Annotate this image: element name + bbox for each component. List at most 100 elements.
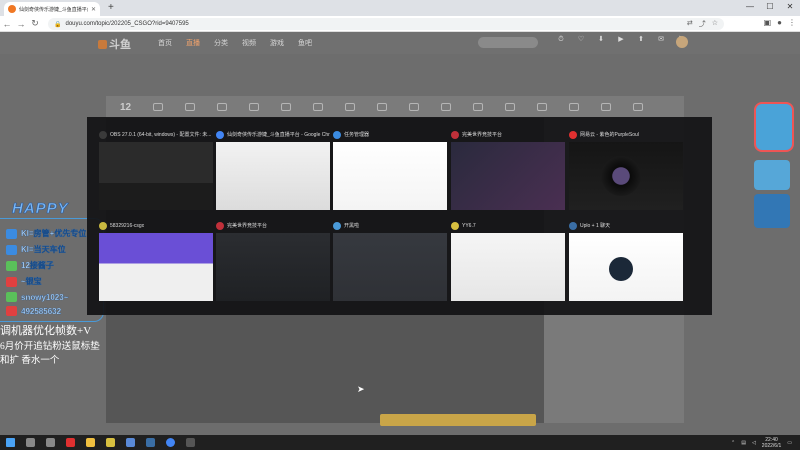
switcher-window[interactable]: 58329216-csgo <box>99 220 213 301</box>
ribbon-icon[interactable] <box>505 103 516 111</box>
translate-icon[interactable]: ⇄ <box>687 19 693 29</box>
ribbon-icon[interactable] <box>633 103 644 111</box>
volume-icon[interactable]: ◁ <box>752 440 756 446</box>
message-icon[interactable]: ✉ <box>655 35 667 44</box>
tab-close-icon[interactable]: ✕ <box>91 6 96 13</box>
netease-music-icon[interactable] <box>60 435 80 450</box>
site-header-icons: ⏱♡⬇▶⬆✉⚑ <box>555 35 687 44</box>
switcher-window[interactable]: YY6.7 <box>451 220 565 301</box>
obs-icon-glyph <box>185 438 195 447</box>
obs-icon[interactable] <box>180 435 200 450</box>
site-search-input[interactable] <box>478 37 538 48</box>
nav-games[interactable]: 游戏 <box>270 38 284 48</box>
profile-icon[interactable]: ● <box>777 18 782 27</box>
extensions-icon[interactable]: ▣ <box>764 18 772 27</box>
nav-live[interactable]: 直播 <box>186 38 200 48</box>
close-window-button[interactable]: ✕ <box>780 0 800 14</box>
ribbon-icon[interactable] <box>313 103 324 111</box>
history-icon[interactable]: ⏱ <box>555 35 567 44</box>
ribbon-icon[interactable] <box>281 103 292 111</box>
overlay-row-text: Kl=房管+优先专位 <box>21 229 87 238</box>
address-bar[interactable]: 🔒 douyu.com/topic/202205_CSGO?rid=940759… <box>48 18 724 30</box>
windows-start-icon[interactable] <box>0 435 20 450</box>
switcher-window[interactable]: 完美世界竞技平台 <box>451 129 565 210</box>
network-icon[interactable]: ▤ <box>741 440 746 446</box>
notification-icon[interactable]: ▭ <box>787 440 792 446</box>
overlay-title: HAPPY <box>12 200 69 218</box>
follow-icon[interactable]: ♡ <box>575 35 587 44</box>
ribbon-icon[interactable] <box>601 103 612 111</box>
nav-category[interactable]: 分类 <box>214 38 228 48</box>
switcher-window[interactable]: Uplo + 1 聊天 <box>569 220 683 301</box>
kaiheila-icon-glyph <box>125 438 135 447</box>
switcher-window-header: 开黑啦 <box>333 220 447 231</box>
nav-home[interactable]: 首页 <box>158 38 172 48</box>
taskview-icon[interactable] <box>40 435 60 450</box>
ribbon-icon[interactable] <box>441 103 452 111</box>
ribbon-icon[interactable] <box>185 103 196 111</box>
window-controls: — ☐ ✕ <box>740 0 800 14</box>
folder-icon[interactable] <box>80 435 100 450</box>
kaiheila-icon[interactable] <box>120 435 140 450</box>
switcher-window-header: 网易云 - 紫色的PurpleSoul <box>569 129 683 140</box>
reload-button[interactable]: ↻ <box>28 18 42 29</box>
windows-start-icon-glyph <box>5 438 15 447</box>
search-icon[interactable] <box>20 435 40 450</box>
upload-icon[interactable]: ⬆ <box>635 35 647 44</box>
ribbon-icon[interactable] <box>153 103 164 111</box>
overlay-line-3: 和扩 香水一个 <box>0 356 60 366</box>
menu-icon[interactable]: ⋮ <box>788 18 796 27</box>
ribbon-icon[interactable] <box>409 103 420 111</box>
switcher-window[interactable]: 完美世界竞技平台 <box>216 220 330 301</box>
gift-bar[interactable] <box>380 414 536 426</box>
promo-card-1[interactable] <box>754 160 790 190</box>
maximize-button[interactable]: ☐ <box>760 0 780 14</box>
overlay-row: ~银宝 <box>6 276 42 287</box>
ribbon-icon[interactable] <box>377 103 388 111</box>
switcher-window[interactable]: 开黑啦 <box>333 220 447 301</box>
chrome-icon[interactable] <box>160 435 180 450</box>
switcher-window-header: 完美世界竞技平台 <box>451 129 565 140</box>
overlay-ad-text: 调机器优化帧数+V 6月价开追钻粉送鼠标垫 和扩 香水一个 <box>0 322 100 366</box>
steam-icon[interactable] <box>140 435 160 450</box>
nav-fishbar[interactable]: 鱼吧 <box>298 38 312 48</box>
overlay-row-icon <box>6 228 17 239</box>
switcher-window[interactable]: 网易云 - 紫色的PurpleSoul <box>569 129 683 210</box>
promo-banner[interactable] <box>754 102 794 242</box>
ribbon-icon[interactable] <box>249 103 260 111</box>
browser-tab-active[interactable]: 仙剑奇侠传乐游婕_斗鱼直播平台 ✕ <box>4 2 100 16</box>
ribbon-icon[interactable] <box>217 103 228 111</box>
clock[interactable]: 22:40 2022/6/1 <box>762 437 781 449</box>
switcher-window-thumbnail <box>333 233 447 301</box>
switcher-window-header: OBS 27.0.1 (64-bit, windows) - 配置文件: 未..… <box>99 129 213 140</box>
promo-card-2[interactable] <box>754 194 790 228</box>
site-logo[interactable]: 斗鱼 <box>98 36 131 52</box>
minimize-button[interactable]: — <box>740 0 760 14</box>
promo-event-badge[interactable] <box>754 102 794 152</box>
ribbon-icon[interactable] <box>473 103 484 111</box>
live-icon[interactable]: ▶ <box>615 35 627 44</box>
switcher-window[interactable]: 仙剑奇侠传乐游婕_斗鱼直播平台 - Google Chr... <box>216 129 330 210</box>
site-nav: 首页 直播 分类 视频 游戏 鱼吧 <box>158 38 312 48</box>
overlay-line-1: 调机器优化帧数+V <box>0 325 92 337</box>
forward-button[interactable]: → <box>14 19 28 29</box>
ribbon-icon[interactable] <box>569 103 580 111</box>
back-button[interactable]: ← <box>0 19 14 29</box>
avatar[interactable] <box>676 36 688 48</box>
ribbon-icon[interactable] <box>345 103 356 111</box>
download-icon[interactable]: ⬇ <box>595 35 607 44</box>
new-tab-button[interactable]: + <box>108 2 114 13</box>
share-icon[interactable]: ⤴ <box>699 19 706 29</box>
yy-icon[interactable] <box>100 435 120 450</box>
nav-video[interactable]: 视频 <box>242 38 256 48</box>
overlay-row-icon <box>6 306 17 316</box>
switcher-window-header: 仙剑奇侠传乐游婕_斗鱼直播平台 - Google Chr... <box>216 129 330 140</box>
ribbon-icon[interactable] <box>537 103 548 111</box>
lock-icon: 🔒 <box>54 21 62 28</box>
overlay-row-icon <box>6 292 17 302</box>
switcher-window[interactable]: OBS 27.0.1 (64-bit, windows) - 配置文件: 未..… <box>99 129 213 210</box>
bookmark-star-icon[interactable]: ☆ <box>712 19 718 29</box>
switcher-window[interactable]: 任务管理器 <box>333 129 447 210</box>
tray-chevron-icon[interactable]: ⌃ <box>731 440 735 446</box>
folder-icon-glyph <box>85 438 95 447</box>
